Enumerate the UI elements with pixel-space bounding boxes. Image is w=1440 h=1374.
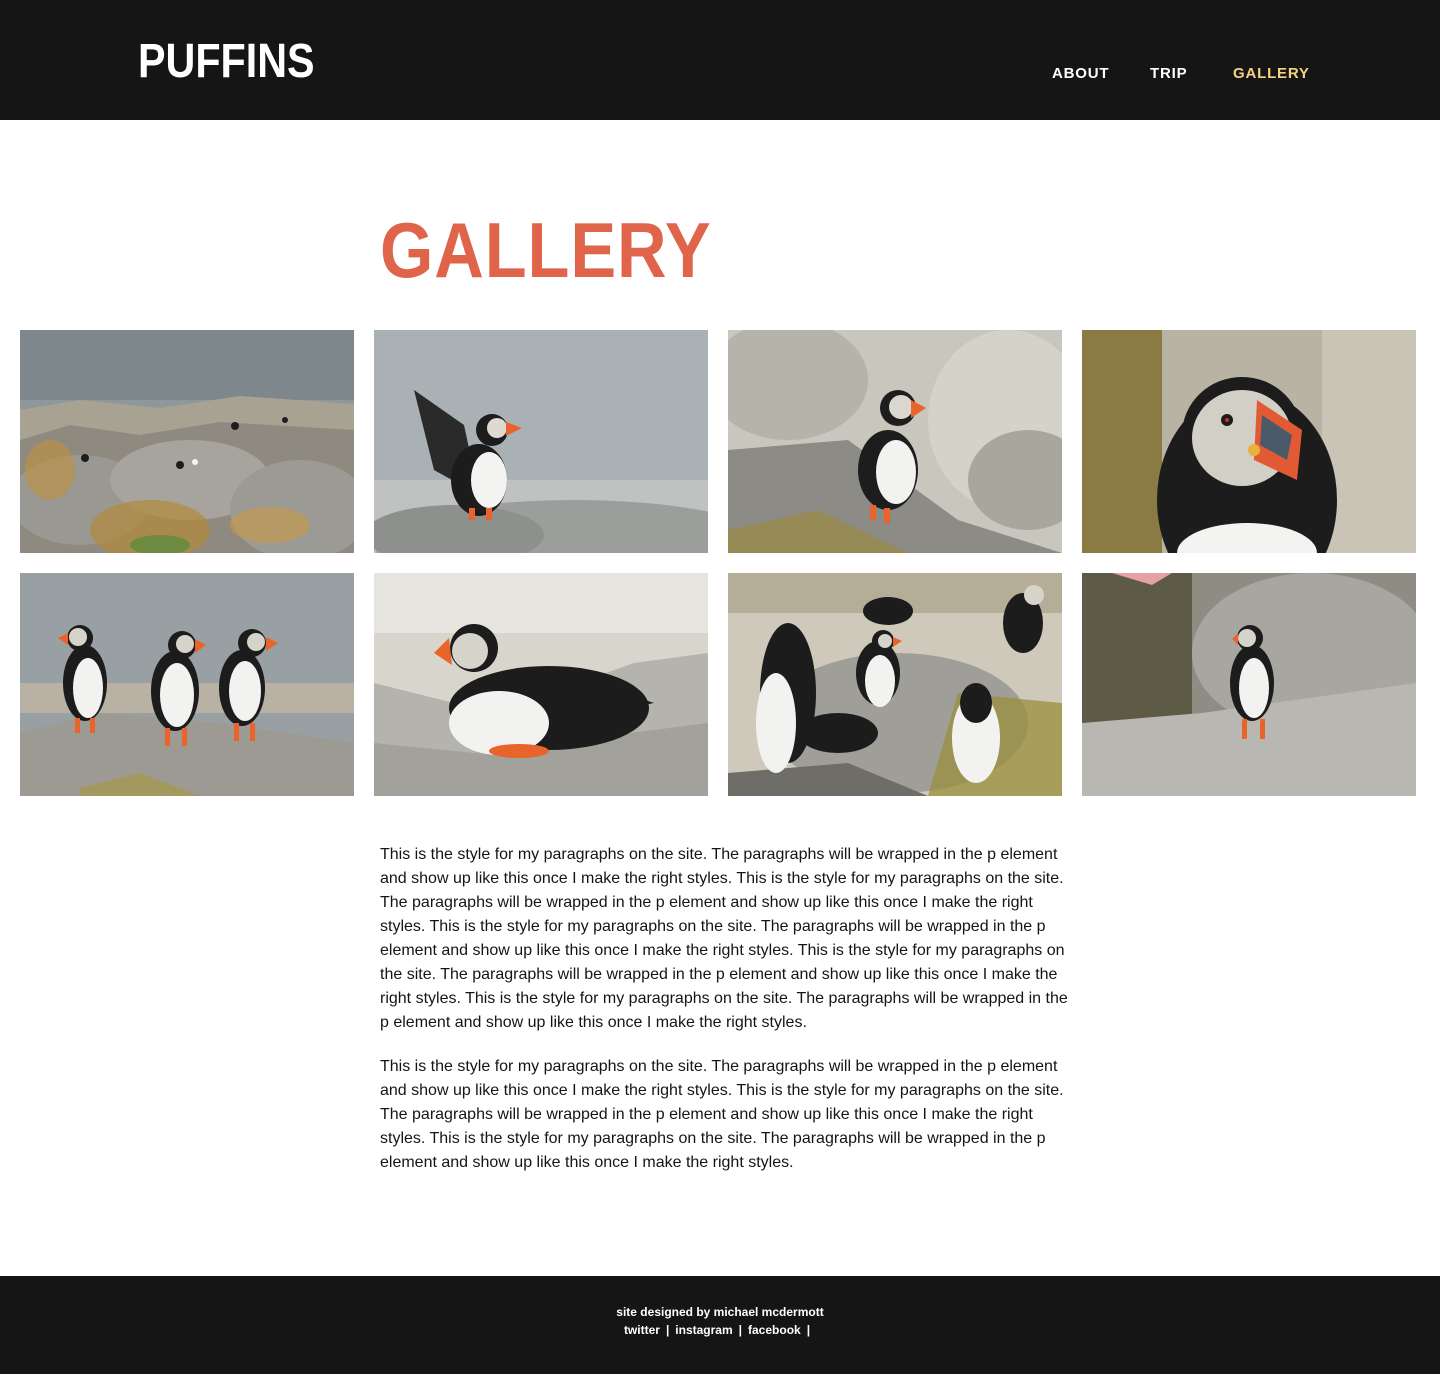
footer-credit: site designed by michael mcdermott bbox=[616, 1305, 824, 1319]
nav-item-trip[interactable]: TRIP bbox=[1150, 64, 1187, 84]
link-separator: | bbox=[806, 1323, 811, 1337]
site-header: PUFFINS ABOUT TRIP GALLERY bbox=[0, 0, 1440, 120]
facebook-link[interactable]: facebook bbox=[748, 1323, 801, 1337]
gallery-photo-puffin-sitting[interactable] bbox=[374, 573, 708, 796]
page-title: GALLERY bbox=[380, 206, 712, 294]
paragraph-2: This is the style for my paragraphs on t… bbox=[380, 1058, 1064, 1171]
social-links: twitter | instagram | facebook | bbox=[0, 1322, 1440, 1338]
link-separator: | bbox=[665, 1323, 670, 1337]
gallery-photo-puffin-rock[interactable] bbox=[728, 330, 1062, 553]
paragraph-1: This is the style for my paragraphs on t… bbox=[380, 846, 1068, 1031]
gallery-text: This is the style for my paragraphs on t… bbox=[380, 843, 1070, 1195]
gallery-photo-three-puffins[interactable] bbox=[20, 573, 354, 796]
gallery-photo-puffin-wings[interactable] bbox=[374, 330, 708, 553]
gallery-photo-puffin-closeup[interactable] bbox=[1082, 330, 1416, 553]
twitter-link[interactable]: twitter bbox=[624, 1323, 660, 1337]
site-footer: site designed by michael mcdermott twitt… bbox=[0, 1276, 1440, 1374]
instagram-link[interactable]: instagram bbox=[675, 1323, 732, 1337]
gallery-photo-rocky-shore[interactable] bbox=[20, 330, 354, 553]
gallery-photo-puffin-group[interactable] bbox=[728, 573, 1062, 796]
main-nav: ABOUT TRIP GALLERY bbox=[0, 64, 1440, 84]
link-separator: | bbox=[738, 1323, 743, 1337]
nav-item-about[interactable]: ABOUT bbox=[1052, 64, 1109, 84]
nav-item-gallery[interactable]: GALLERY bbox=[1233, 64, 1310, 84]
gallery-photo-puffin-standing[interactable] bbox=[1082, 573, 1416, 796]
